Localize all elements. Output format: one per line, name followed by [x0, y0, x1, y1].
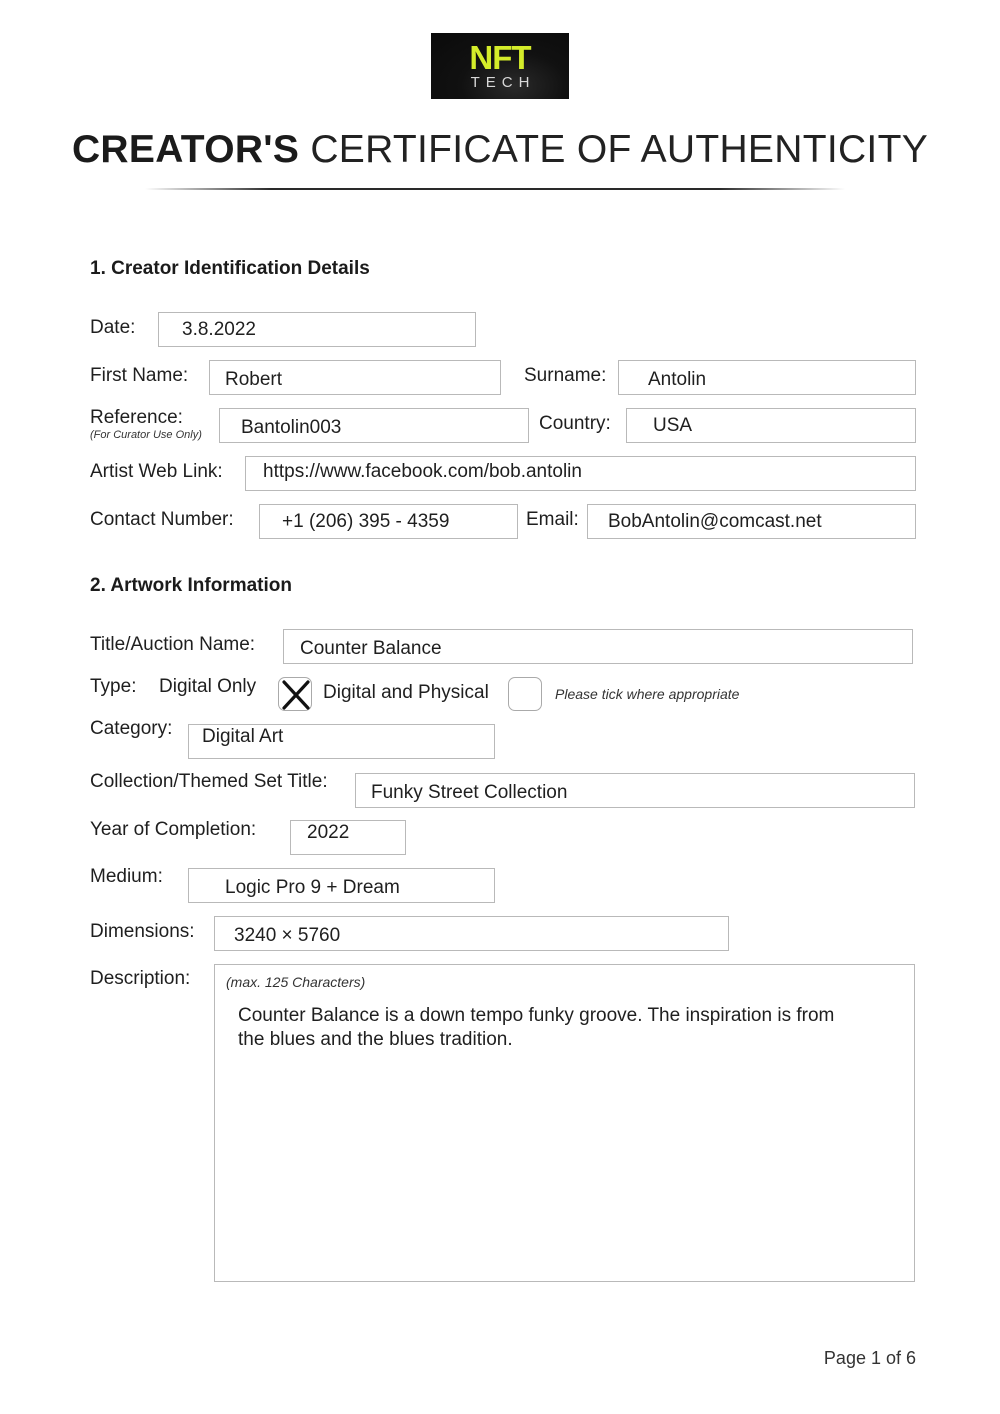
surname-value: Antolin: [648, 368, 707, 390]
nft-tech-logo: NFT TECH: [431, 33, 569, 99]
digital-only-checkbox[interactable]: [278, 677, 312, 711]
year-label: Year of Completion:: [90, 819, 257, 840]
first-name-value: Robert: [225, 368, 283, 390]
category-field[interactable]: Digital Art: [188, 724, 495, 759]
country-field[interactable]: USA: [626, 408, 916, 443]
title-divider: [145, 188, 845, 190]
type-option-digital-physical-label: Digital and Physical: [323, 682, 489, 703]
contact-number-field[interactable]: +1 (206) 395 - 4359: [259, 504, 518, 539]
description-hint: (max. 125 Characters): [226, 974, 366, 990]
section-artwork-info-title: 2. Artwork Information: [90, 575, 292, 596]
category-value: Digital Art: [202, 726, 284, 747]
reference-label: Reference:: [90, 407, 183, 428]
dimensions-value: 3240 × 5760: [234, 924, 341, 946]
year-value: 2022: [307, 821, 350, 843]
logo-tech-text: TECH: [470, 74, 536, 91]
contact-number-value: +1 (206) 395 - 4359: [282, 510, 450, 532]
collection-field[interactable]: Funky Street Collection: [355, 773, 915, 808]
first-name-field[interactable]: Robert: [209, 360, 501, 395]
email-label: Email:: [526, 509, 579, 530]
section-creator-details-title: 1. Creator Identification Details: [90, 258, 370, 279]
web-link-field[interactable]: https://www.facebook.com/bob.antolin: [245, 456, 916, 491]
date-label: Date:: [90, 317, 136, 338]
auction-name-value: Counter Balance: [300, 637, 442, 659]
web-link-value: https://www.facebook.com/bob.antolin: [263, 460, 582, 482]
reference-sublabel: (For Curator Use Only): [90, 429, 202, 441]
category-label: Category:: [90, 718, 173, 739]
medium-value: Logic Pro 9 + Dream: [225, 876, 400, 898]
country-value: USA: [653, 414, 693, 436]
surname-label: Surname:: [524, 365, 607, 386]
date-value: 3.8.2022: [182, 318, 256, 340]
year-field[interactable]: 2022: [290, 820, 406, 855]
page-number: Page 1 of 6: [823, 1348, 916, 1368]
type-label: Type:: [90, 676, 137, 697]
dimensions-label: Dimensions:: [90, 921, 195, 942]
web-link-label: Artist Web Link:: [90, 461, 223, 482]
reference-field[interactable]: Bantolin003: [219, 408, 529, 443]
page-title-bold: CREATOR'S: [71, 128, 300, 171]
email-value: BobAntolin@comcast.net: [608, 510, 822, 532]
type-option-digital-only-label: Digital Only: [159, 676, 257, 697]
date-field[interactable]: 3.8.2022: [158, 312, 476, 347]
medium-field[interactable]: Logic Pro 9 + Dream: [188, 868, 495, 903]
contact-number-label: Contact Number:: [90, 509, 234, 530]
reference-value: Bantolin003: [241, 416, 342, 438]
dimensions-field[interactable]: 3240 × 5760: [214, 916, 729, 951]
digital-and-physical-checkbox[interactable]: [508, 677, 542, 711]
description-textarea[interactable]: (max. 125 Characters) Counter Balance is…: [214, 964, 915, 1282]
type-hint: Please tick where appropriate: [555, 686, 740, 702]
auction-name-label: Title/Auction Name:: [90, 634, 256, 655]
description-value: Counter Balance is a down tempo funky gr…: [238, 1005, 835, 1050]
description-label: Description:: [90, 968, 191, 989]
collection-value: Funky Street Collection: [371, 781, 568, 803]
surname-field[interactable]: Antolin: [618, 360, 916, 395]
checked-x-icon: [282, 680, 310, 710]
page-title: CREATOR'S CERTIFICATE OF AUTHENTICITY: [0, 128, 1000, 172]
logo-nft-text: NFT: [469, 39, 531, 76]
email-field[interactable]: BobAntolin@comcast.net: [587, 504, 916, 539]
collection-label: Collection/Themed Set Title:: [90, 771, 328, 792]
medium-label: Medium:: [90, 866, 163, 887]
page-title-rest: CERTIFICATE OF AUTHENTICITY: [299, 128, 929, 171]
first-name-label: First Name:: [90, 365, 189, 386]
country-label: Country:: [539, 413, 611, 434]
auction-name-field[interactable]: Counter Balance: [283, 629, 913, 664]
